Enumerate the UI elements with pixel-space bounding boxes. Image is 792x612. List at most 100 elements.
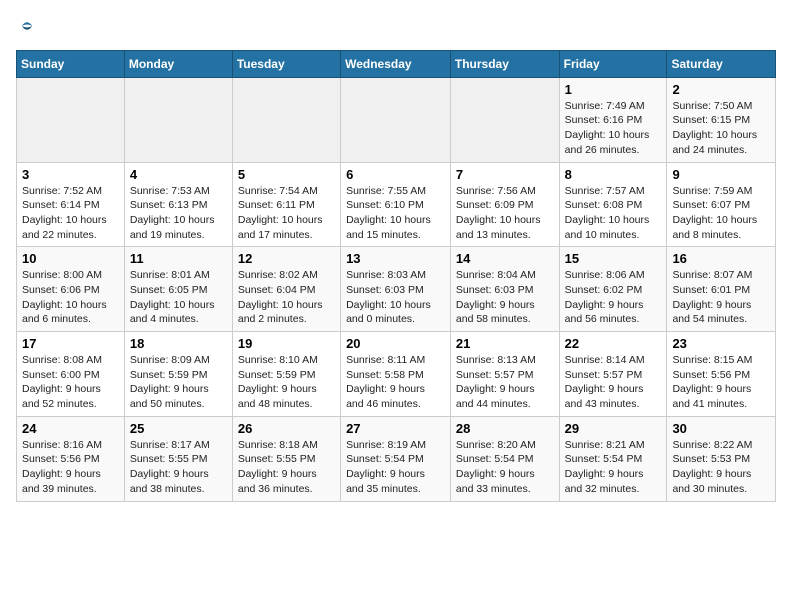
day-number: 5 <box>238 167 335 182</box>
day-info: Sunrise: 8:01 AM Sunset: 6:05 PM Dayligh… <box>130 268 227 327</box>
calendar-cell: 25 Sunrise: 8:17 AM Sunset: 5:55 PM Dayli… <box>124 416 232 501</box>
calendar-cell <box>341 77 451 162</box>
calendar-cell: 23 Sunrise: 8:15 AM Sunset: 5:56 PM Dayli… <box>667 332 776 417</box>
calendar-cell: 21 Sunrise: 8:13 AM Sunset: 5:57 PM Dayli… <box>450 332 559 417</box>
calendar-cell: 9 Sunrise: 7:59 AM Sunset: 6:07 PM Daylig… <box>667 162 776 247</box>
day-number: 29 <box>565 421 662 436</box>
calendar-cell: 29 Sunrise: 8:21 AM Sunset: 5:54 PM Dayli… <box>559 416 667 501</box>
day-number: 6 <box>346 167 445 182</box>
day-number: 4 <box>130 167 227 182</box>
calendar-week-row: 17 Sunrise: 8:08 AM Sunset: 6:00 PM Dayli… <box>17 332 776 417</box>
day-number: 16 <box>672 251 770 266</box>
day-info: Sunrise: 8:11 AM Sunset: 5:58 PM Dayligh… <box>346 353 445 412</box>
day-info: Sunrise: 8:13 AM Sunset: 5:57 PM Dayligh… <box>456 353 554 412</box>
calendar-cell: 6 Sunrise: 7:55 AM Sunset: 6:10 PM Daylig… <box>341 162 451 247</box>
day-number: 1 <box>565 82 662 97</box>
day-number: 11 <box>130 251 227 266</box>
calendar-cell: 16 Sunrise: 8:07 AM Sunset: 6:01 PM Dayli… <box>667 247 776 332</box>
day-number: 28 <box>456 421 554 436</box>
day-info: Sunrise: 8:14 AM Sunset: 5:57 PM Dayligh… <box>565 353 662 412</box>
weekday-header: Tuesday <box>232 50 340 77</box>
calendar-cell: 4Sunrise: 7:53 AM Sunset: 6:13 PM Daylig… <box>124 162 232 247</box>
day-info: Sunrise: 7:57 AM Sunset: 6:08 PM Dayligh… <box>565 184 662 243</box>
calendar-cell: 1 Sunrise: 7:49 AM Sunset: 6:16 PM Daylig… <box>559 77 667 162</box>
calendar-cell: 26 Sunrise: 8:18 AM Sunset: 5:55 PM Dayli… <box>232 416 340 501</box>
calendar-cell: 3 Sunrise: 7:52 AM Sunset: 6:14 PM Daylig… <box>17 162 125 247</box>
day-number: 17 <box>22 336 119 351</box>
calendar-cell: 24Sunrise: 8:16 AM Sunset: 5:56 PM Dayli… <box>17 416 125 501</box>
day-number: 19 <box>238 336 335 351</box>
day-info: Sunrise: 8:02 AM Sunset: 6:04 PM Dayligh… <box>238 268 335 327</box>
day-info: Sunrise: 8:06 AM Sunset: 6:02 PM Dayligh… <box>565 268 662 327</box>
calendar-cell: 2 Sunrise: 7:50 AM Sunset: 6:15 PM Daylig… <box>667 77 776 162</box>
weekday-header: Thursday <box>450 50 559 77</box>
calendar-cell: 28 Sunrise: 8:20 AM Sunset: 5:54 PM Dayli… <box>450 416 559 501</box>
calendar-cell: 12 Sunrise: 8:02 AM Sunset: 6:04 PM Dayli… <box>232 247 340 332</box>
weekday-header: Friday <box>559 50 667 77</box>
calendar-cell: 19 Sunrise: 8:10 AM Sunset: 5:59 PM Dayli… <box>232 332 340 417</box>
day-number: 22 <box>565 336 662 351</box>
day-info: Sunrise: 8:16 AM Sunset: 5:56 PM Dayligh… <box>22 438 119 497</box>
calendar-cell <box>17 77 125 162</box>
calendar-cell <box>232 77 340 162</box>
day-info: Sunrise: 7:55 AM Sunset: 6:10 PM Dayligh… <box>346 184 445 243</box>
day-info: Sunrise: 8:07 AM Sunset: 6:01 PM Dayligh… <box>672 268 770 327</box>
day-number: 18 <box>130 336 227 351</box>
day-number: 9 <box>672 167 770 182</box>
day-info: Sunrise: 7:52 AM Sunset: 6:14 PM Dayligh… <box>22 184 119 243</box>
calendar-cell: 11 Sunrise: 8:01 AM Sunset: 6:05 PM Dayli… <box>124 247 232 332</box>
calendar-cell <box>124 77 232 162</box>
day-info: Sunrise: 8:22 AM Sunset: 5:53 PM Dayligh… <box>672 438 770 497</box>
calendar-cell: 14 Sunrise: 8:04 AM Sunset: 6:03 PM Dayli… <box>450 247 559 332</box>
day-number: 7 <box>456 167 554 182</box>
calendar-week-row: 24Sunrise: 8:16 AM Sunset: 5:56 PM Dayli… <box>17 416 776 501</box>
calendar-cell: 7 Sunrise: 7:56 AM Sunset: 6:09 PM Daylig… <box>450 162 559 247</box>
day-info: Sunrise: 8:09 AM Sunset: 5:59 PM Dayligh… <box>130 353 227 412</box>
weekday-header: Saturday <box>667 50 776 77</box>
day-number: 15 <box>565 251 662 266</box>
logo <box>16 16 36 36</box>
calendar-cell: 8 Sunrise: 7:57 AM Sunset: 6:08 PM Daylig… <box>559 162 667 247</box>
day-number: 13 <box>346 251 445 266</box>
day-info: Sunrise: 8:17 AM Sunset: 5:55 PM Dayligh… <box>130 438 227 497</box>
calendar-week-row: 10Sunrise: 8:00 AM Sunset: 6:06 PM Dayli… <box>17 247 776 332</box>
day-number: 21 <box>456 336 554 351</box>
calendar-cell: 5 Sunrise: 7:54 AM Sunset: 6:11 PM Daylig… <box>232 162 340 247</box>
page-header <box>16 16 776 40</box>
day-number: 8 <box>565 167 662 182</box>
calendar-cell: 27Sunrise: 8:19 AM Sunset: 5:54 PM Dayli… <box>341 416 451 501</box>
day-info: Sunrise: 8:08 AM Sunset: 6:00 PM Dayligh… <box>22 353 119 412</box>
day-info: Sunrise: 8:20 AM Sunset: 5:54 PM Dayligh… <box>456 438 554 497</box>
day-info: Sunrise: 8:18 AM Sunset: 5:55 PM Dayligh… <box>238 438 335 497</box>
day-info: Sunrise: 7:50 AM Sunset: 6:15 PM Dayligh… <box>672 99 770 158</box>
day-number: 3 <box>22 167 119 182</box>
day-info: Sunrise: 8:10 AM Sunset: 5:59 PM Dayligh… <box>238 353 335 412</box>
day-number: 10 <box>22 251 119 266</box>
day-info: Sunrise: 8:04 AM Sunset: 6:03 PM Dayligh… <box>456 268 554 327</box>
weekday-header-row: SundayMondayTuesdayWednesdayThursdayFrid… <box>17 50 776 77</box>
day-number: 12 <box>238 251 335 266</box>
calendar-table: SundayMondayTuesdayWednesdayThursdayFrid… <box>16 50 776 502</box>
weekday-header: Sunday <box>17 50 125 77</box>
calendar-cell: 22 Sunrise: 8:14 AM Sunset: 5:57 PM Dayli… <box>559 332 667 417</box>
day-info: Sunrise: 7:56 AM Sunset: 6:09 PM Dayligh… <box>456 184 554 243</box>
calendar-cell: 13Sunrise: 8:03 AM Sunset: 6:03 PM Dayli… <box>341 247 451 332</box>
day-info: Sunrise: 7:49 AM Sunset: 6:16 PM Dayligh… <box>565 99 662 158</box>
calendar-cell <box>450 77 559 162</box>
calendar-cell: 17 Sunrise: 8:08 AM Sunset: 6:00 PM Dayli… <box>17 332 125 417</box>
day-info: Sunrise: 7:54 AM Sunset: 6:11 PM Dayligh… <box>238 184 335 243</box>
logo-icon <box>18 17 36 35</box>
calendar-week-row: 1 Sunrise: 7:49 AM Sunset: 6:16 PM Daylig… <box>17 77 776 162</box>
day-number: 14 <box>456 251 554 266</box>
day-info: Sunrise: 8:15 AM Sunset: 5:56 PM Dayligh… <box>672 353 770 412</box>
day-number: 23 <box>672 336 770 351</box>
weekday-header: Monday <box>124 50 232 77</box>
day-info: Sunrise: 8:21 AM Sunset: 5:54 PM Dayligh… <box>565 438 662 497</box>
calendar-week-row: 3 Sunrise: 7:52 AM Sunset: 6:14 PM Daylig… <box>17 162 776 247</box>
day-info: Sunrise: 7:59 AM Sunset: 6:07 PM Dayligh… <box>672 184 770 243</box>
day-info: Sunrise: 8:19 AM Sunset: 5:54 PM Dayligh… <box>346 438 445 497</box>
calendar-cell: 15 Sunrise: 8:06 AM Sunset: 6:02 PM Dayli… <box>559 247 667 332</box>
day-number: 25 <box>130 421 227 436</box>
day-number: 26 <box>238 421 335 436</box>
day-number: 2 <box>672 82 770 97</box>
